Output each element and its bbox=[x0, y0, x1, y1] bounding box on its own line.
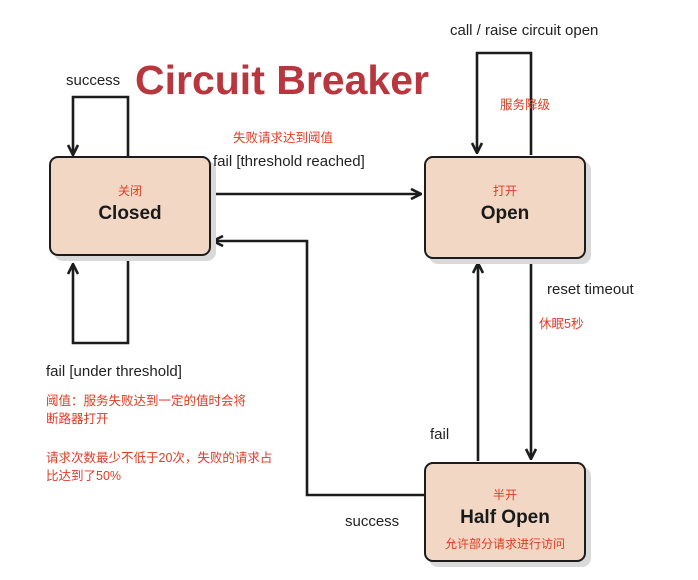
state-closed-label: Closed bbox=[98, 203, 162, 224]
closed-fail-loop bbox=[73, 257, 130, 345]
state-half-open-note: 允许部分请求进行访问 bbox=[444, 537, 565, 551]
open-self-label: call / raise circuit open bbox=[450, 22, 599, 39]
state-closed: 关闭 Closed bbox=[49, 156, 211, 256]
state-half-open: 半开 Half Open 允许部分请求进行访问 bbox=[424, 462, 586, 562]
closed-to-open-cn-label: 失败请求达到阈值 bbox=[233, 131, 334, 145]
rule-note-line1: 请求次数最少不低于20次，失败的请求占 bbox=[46, 451, 273, 465]
open-to-halfopen-cn-label: 休眠5秒 bbox=[539, 317, 584, 331]
state-open-cn: 打开 bbox=[492, 184, 517, 198]
closed-to-open-label: fail [threshold reached] bbox=[213, 153, 365, 170]
closed-success-label: success bbox=[66, 72, 121, 89]
rule-note-line2: 比达到了50% bbox=[46, 469, 122, 483]
open-to-halfopen-label: reset timeout bbox=[547, 281, 634, 298]
halfopen-to-open-label: fail bbox=[430, 426, 450, 443]
halfopen-to-closed-label: success bbox=[345, 513, 400, 530]
diagram-title: Circuit Breaker bbox=[135, 57, 429, 103]
state-half-open-label: Half Open bbox=[460, 507, 550, 528]
threshold-note-line2: 断路器打开 bbox=[46, 412, 109, 426]
state-open: 打开 Open bbox=[424, 156, 586, 259]
open-self-cn-label: 服务降级 bbox=[500, 98, 551, 112]
state-half-open-cn: 半开 bbox=[492, 488, 517, 502]
state-open-label: Open bbox=[480, 203, 530, 224]
state-closed-cn: 关闭 bbox=[117, 184, 142, 198]
closed-fail-under-label: fail [under threshold] bbox=[46, 363, 182, 380]
threshold-note-line1: 阈值：服务失败达到一定的值时会将 bbox=[46, 394, 247, 408]
closed-success-loop bbox=[73, 95, 130, 157]
